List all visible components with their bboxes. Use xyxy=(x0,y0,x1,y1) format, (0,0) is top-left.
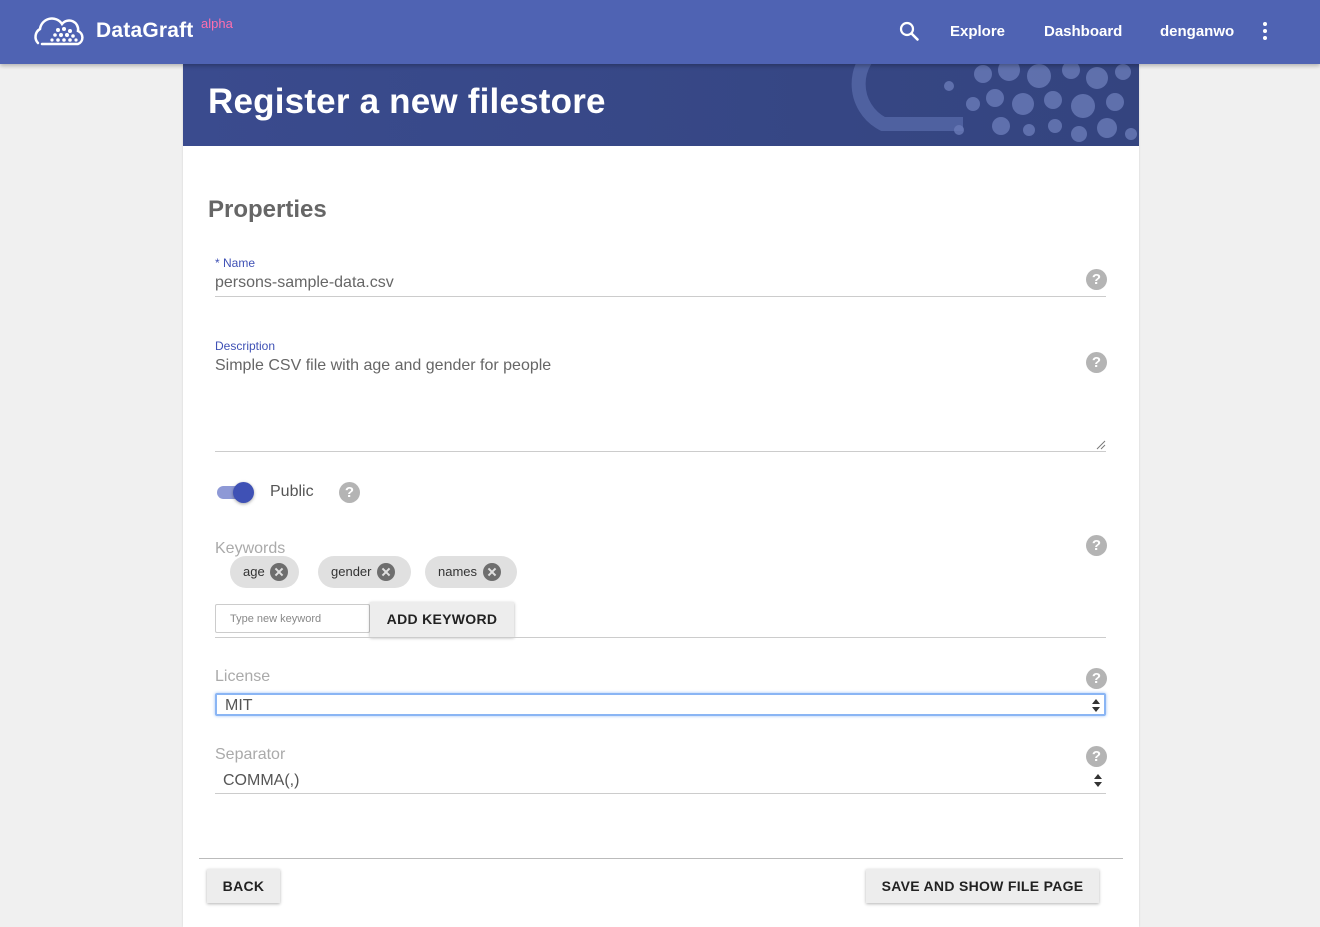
description-field-underline xyxy=(215,451,1106,452)
select-arrows-icon xyxy=(1092,698,1100,714)
more-vert-icon[interactable] xyxy=(1255,22,1275,44)
separator-selected-value: COMMA(,) xyxy=(223,772,300,789)
name-field[interactable]: persons-sample-data.csv xyxy=(215,274,394,292)
keyword-chip: names xyxy=(425,556,517,588)
nav-dashboard[interactable]: Dashboard xyxy=(1044,23,1122,40)
select-arrows-icon xyxy=(1094,773,1102,789)
chip-remove-icon[interactable] xyxy=(270,563,288,581)
license-help-icon[interactable]: ? xyxy=(1086,668,1107,689)
filestore-form-card: Register a new filestore Properties * Na… xyxy=(183,64,1139,927)
keyword-input[interactable] xyxy=(215,604,370,633)
add-keyword-button[interactable]: ADD KEYWORD xyxy=(370,602,514,637)
public-help-icon[interactable]: ? xyxy=(339,482,360,503)
name-help-icon[interactable]: ? xyxy=(1086,269,1107,290)
back-button[interactable]: BACK xyxy=(207,869,280,903)
public-toggle[interactable] xyxy=(217,482,254,503)
brand-name[interactable]: DataGraft xyxy=(96,19,194,43)
separator-select[interactable]: COMMA(,) xyxy=(215,770,1106,793)
name-field-underline xyxy=(215,296,1106,297)
toggle-thumb xyxy=(233,482,254,503)
license-label: License xyxy=(215,668,271,685)
keyword-chip-label: gender xyxy=(331,564,372,579)
page-title: Register a new filestore xyxy=(208,82,606,121)
keywords-underline xyxy=(215,637,1106,638)
name-label: * Name xyxy=(215,256,256,270)
keyword-chip: age xyxy=(230,556,299,588)
page-header-banner: Register a new filestore xyxy=(183,64,1139,146)
footer-divider xyxy=(199,858,1123,859)
section-title: Properties xyxy=(208,196,327,223)
resize-grip-icon[interactable] xyxy=(1096,440,1106,450)
description-help-icon[interactable]: ? xyxy=(1086,352,1107,373)
chip-remove-icon[interactable] xyxy=(377,563,395,581)
datagraft-logo-icon[interactable] xyxy=(28,16,86,48)
description-field[interactable]: Simple CSV file with age and gender for … xyxy=(215,357,551,375)
keyword-chip-label: names xyxy=(438,564,478,579)
search-icon[interactable] xyxy=(898,20,920,42)
license-selected-value: MIT xyxy=(225,697,253,714)
separator-label: Separator xyxy=(215,746,286,763)
separator-underline xyxy=(215,793,1106,794)
keyword-chip: gender xyxy=(318,556,411,588)
brand-stage-label: alpha xyxy=(201,16,233,31)
keywords-help-icon[interactable]: ? xyxy=(1086,535,1107,556)
save-and-show-button[interactable]: SAVE AND SHOW FILE PAGE xyxy=(866,869,1099,903)
chip-remove-icon[interactable] xyxy=(483,563,501,581)
public-label: Public xyxy=(270,483,314,500)
separator-help-icon[interactable]: ? xyxy=(1086,746,1107,767)
license-select[interactable]: MIT xyxy=(215,693,1106,716)
description-label: Description xyxy=(215,339,276,353)
nav-explore[interactable]: Explore xyxy=(950,23,1005,40)
app-bar: DataGraft alpha Explore Dashboard dengan… xyxy=(0,0,1320,64)
nav-user-menu[interactable]: denganwo xyxy=(1160,23,1234,40)
keyword-chip-label: age xyxy=(243,564,265,579)
